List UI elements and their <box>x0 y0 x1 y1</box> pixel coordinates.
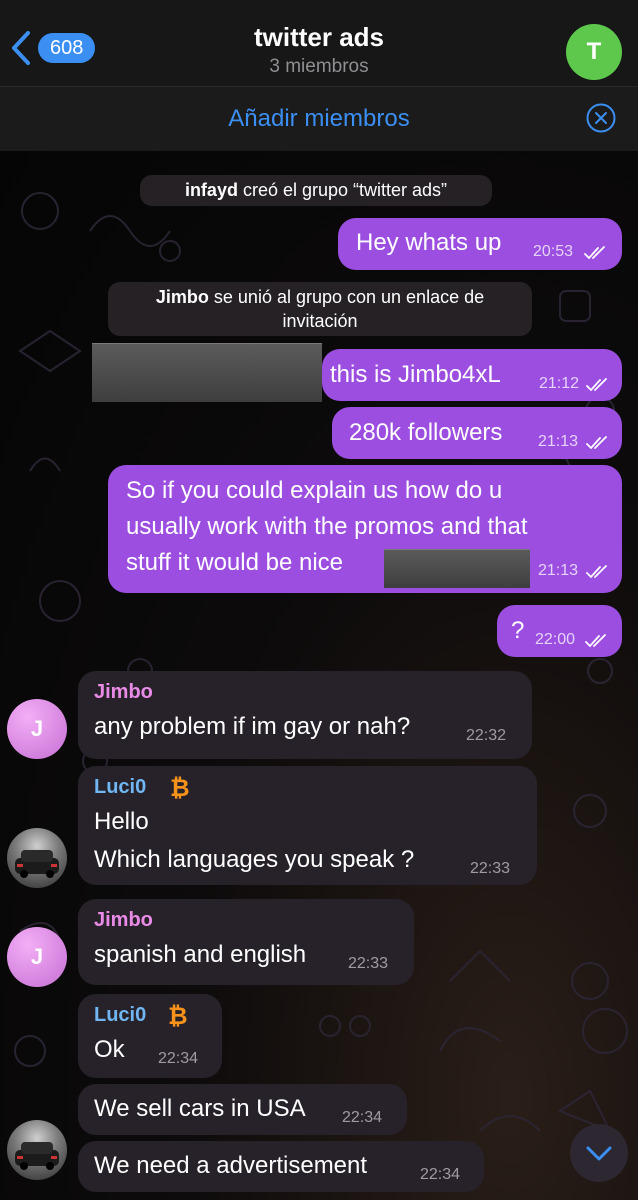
message-text: Ok <box>94 1036 125 1063</box>
message-text: We need a advertisement <box>94 1152 368 1179</box>
message-bubble-outgoing[interactable]: So if you could explain us how do u usua… <box>108 465 622 593</box>
message-text: Hey whats up <box>356 229 502 256</box>
read-ticks-icon <box>584 246 605 260</box>
message-bubble-incoming[interactable]: Luci0 ₿ Hello Which languages you speak … <box>78 766 537 885</box>
chat-title[interactable]: twitter ads <box>0 22 638 53</box>
message-time: 21:13 <box>538 562 579 579</box>
close-icon[interactable] <box>586 103 616 133</box>
chat-area[interactable]: infayd creó el grupo “twitter ads” Hey w… <box>0 151 638 1200</box>
message-time: 22:33 <box>470 860 511 877</box>
message-text-line2: Which languages you speak ? <box>94 846 415 873</box>
svg-text:₿: ₿ <box>170 774 190 800</box>
message-text-line3: stuff it would be nice <box>126 549 344 576</box>
message-bubble-outgoing[interactable]: 280k followers 21:13 <box>332 407 622 459</box>
message-time: 22:32 <box>466 727 507 744</box>
read-ticks-icon <box>585 634 606 648</box>
message-time: 22:00 <box>535 631 576 648</box>
system-message-text: creó el grupo “twitter ads” <box>237 180 448 200</box>
read-ticks-icon <box>586 378 607 392</box>
chat-header: 608 twitter ads 3 miembros T <box>0 0 638 86</box>
message-text-line2: usually work with the promos and that <box>126 513 528 540</box>
read-ticks-icon <box>586 565 607 579</box>
message-bubble-outgoing[interactable]: Hey whats up 20:53 <box>338 218 622 270</box>
message-text-line1: So if you could explain us how do u <box>126 477 503 504</box>
message-time: 20:53 <box>533 243 574 260</box>
message-bubble-incoming[interactable]: Jimbo spanish and english 22:33 <box>78 899 414 985</box>
message-bubble-incoming[interactable]: Jimbo any problem if im gay or nah? 22:3… <box>78 671 532 759</box>
message-text: spanish and english <box>94 941 307 968</box>
sender-name[interactable]: Luci0 <box>94 1004 146 1027</box>
group-avatar[interactable]: T <box>566 24 622 80</box>
message-bubble-incoming[interactable]: We need a advertisement 22:34 <box>78 1141 484 1192</box>
svg-text:₿: ₿ <box>168 1002 188 1028</box>
message-bubble-incoming[interactable]: Luci0 ₿ Ok 22:34 <box>78 994 222 1078</box>
system-message-user: Jimbo <box>155 287 209 307</box>
car-photo-icon <box>15 1142 59 1170</box>
message-text: this is Jimbo4xL <box>330 361 501 388</box>
message-time: 22:34 <box>158 1050 199 1067</box>
message-time: 21:13 <box>538 433 579 450</box>
avatar-luci0[interactable] <box>7 828 67 888</box>
system-message-text: se unió al grupo con un enlace de <box>208 287 485 307</box>
message-time: 22:34 <box>420 1166 461 1183</box>
message-bubble-outgoing[interactable]: ? 22:00 <box>497 605 622 657</box>
message-bubble-incoming[interactable]: We sell cars in USA 22:34 <box>78 1084 407 1135</box>
read-ticks-icon <box>586 436 607 450</box>
chat-subtitle: 3 miembros <box>269 56 369 77</box>
message-time: 21:12 <box>539 375 580 392</box>
add-members-bar: Añadir miembros <box>0 86 638 151</box>
avatar-jimbo[interactable]: J <box>7 699 67 759</box>
message-bubble-outgoing[interactable]: this is Jimbo4xL 21:12 <box>322 349 622 401</box>
message-text: ? <box>511 617 525 644</box>
message-text: We sell cars in USA <box>94 1095 306 1122</box>
system-message-user: infayd <box>184 180 238 200</box>
sender-name[interactable]: Luci0 <box>94 776 146 799</box>
message-text: 280k followers <box>349 419 503 446</box>
bitcoin-icon: ₿ <box>170 774 190 800</box>
message-text: any problem if im gay or nah? <box>94 713 411 740</box>
car-photo-icon <box>15 850 59 878</box>
system-message: infayd creó el grupo “twitter ads” <box>140 175 492 206</box>
system-message-text-line2: invitación <box>282 311 358 331</box>
avatar-jimbo[interactable]: J <box>7 927 67 987</box>
redacted-image <box>92 343 322 402</box>
message-time: 22:34 <box>342 1109 383 1126</box>
add-members-button[interactable]: Añadir miembros <box>0 105 638 133</box>
sender-name[interactable]: Jimbo <box>94 681 153 704</box>
chevron-down-icon <box>586 1146 612 1161</box>
redacted-image <box>384 549 530 588</box>
message-text-line1: Hello <box>94 808 149 835</box>
sender-name[interactable]: Jimbo <box>94 909 153 932</box>
message-time: 22:33 <box>348 955 389 972</box>
scroll-to-bottom-button[interactable] <box>570 1124 628 1182</box>
system-message: Jimbo se unió al grupo con un enlace de … <box>108 282 532 336</box>
avatar-luci0[interactable] <box>7 1120 67 1180</box>
bitcoin-icon: ₿ <box>168 1002 188 1028</box>
